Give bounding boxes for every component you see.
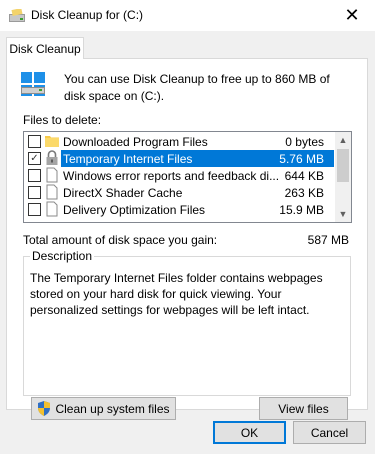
description-group: Description The Temporary Internet Files… xyxy=(23,249,351,396)
item-name: Delivery Optimization Files xyxy=(63,203,206,217)
total-value: 587 MB xyxy=(307,233,349,247)
files-list[interactable]: Downloaded Program Files 0 bytes ✓ Tempo… xyxy=(23,131,352,223)
item-size: 5.76 MB xyxy=(279,152,324,166)
files-to-delete-label: Files to delete: xyxy=(23,113,102,127)
file-icon xyxy=(46,167,58,183)
dialog-body: Disk Cleanup You can use Disk Cleanup to… xyxy=(0,31,375,454)
checkbox[interactable]: ✓ xyxy=(28,152,41,165)
item-size: 644 KB xyxy=(284,169,324,183)
view-files-button[interactable]: View files xyxy=(259,397,348,420)
item-name: DirectX Shader Cache xyxy=(63,186,183,200)
list-item[interactable]: Delivery Optimization Files 15.9 MB xyxy=(24,201,334,218)
item-size: 15.9 MB xyxy=(279,203,324,217)
item-size: 0 bytes xyxy=(285,135,324,149)
ok-label: OK xyxy=(240,425,259,440)
intro-text: You can use Disk Cleanup to free up to 8… xyxy=(64,72,330,103)
list-item[interactable]: Downloaded Program Files 0 bytes xyxy=(24,133,334,150)
ok-button[interactable]: OK xyxy=(213,421,286,444)
cancel-button[interactable]: Cancel xyxy=(293,421,366,444)
clean-up-system-files-button[interactable]: Clean up system files xyxy=(31,397,176,420)
title-bar: Disk Cleanup for (C:) ✕ xyxy=(0,0,375,31)
list-item[interactable]: DirectX Shader Cache 263 KB xyxy=(24,184,334,201)
list-item[interactable]: ✓ Temporary Internet Files 5.76 MB xyxy=(24,150,334,167)
cancel-label: Cancel xyxy=(310,425,349,440)
view-files-label: View files xyxy=(278,401,329,416)
item-size: 263 KB xyxy=(284,186,324,200)
list-scrollbar[interactable]: ▲ ▼ xyxy=(335,132,351,222)
window-title: Disk Cleanup for (C:) xyxy=(31,8,144,22)
item-name: Temporary Internet Files xyxy=(63,152,193,166)
close-button[interactable]: ✕ xyxy=(329,0,375,31)
tab-label: Disk Cleanup xyxy=(9,41,81,56)
checkbox[interactable] xyxy=(28,186,41,199)
close-icon: ✕ xyxy=(344,5,360,25)
tab-panel: You can use Disk Cleanup to free up to 8… xyxy=(6,58,368,420)
item-name: Windows error reports and feedback di... xyxy=(63,169,280,183)
drive-icon xyxy=(21,72,45,96)
item-name: Downloaded Program Files xyxy=(63,135,208,149)
shield-icon xyxy=(38,401,51,416)
checkbox[interactable] xyxy=(28,135,41,148)
disk-cleanup-icon xyxy=(9,9,25,22)
file-icon xyxy=(46,184,58,200)
scroll-thumb[interactable] xyxy=(337,149,349,182)
checkbox[interactable] xyxy=(28,169,41,182)
clean-up-system-files-label: Clean up system files xyxy=(55,401,170,416)
scroll-up-icon[interactable]: ▲ xyxy=(335,132,351,148)
scroll-down-icon[interactable]: ▼ xyxy=(335,206,351,222)
description-legend: Description xyxy=(30,249,95,263)
total-label: Total amount of disk space you gain: xyxy=(23,233,218,247)
list-item[interactable]: Windows error reports and feedback di...… xyxy=(24,167,334,184)
checkbox[interactable] xyxy=(28,203,41,216)
file-icon xyxy=(46,201,58,217)
lock-icon xyxy=(46,150,58,165)
description-text: The Temporary Internet Files folder cont… xyxy=(30,271,323,317)
folder-icon xyxy=(45,136,59,147)
tab-disk-cleanup[interactable]: Disk Cleanup xyxy=(6,37,84,59)
